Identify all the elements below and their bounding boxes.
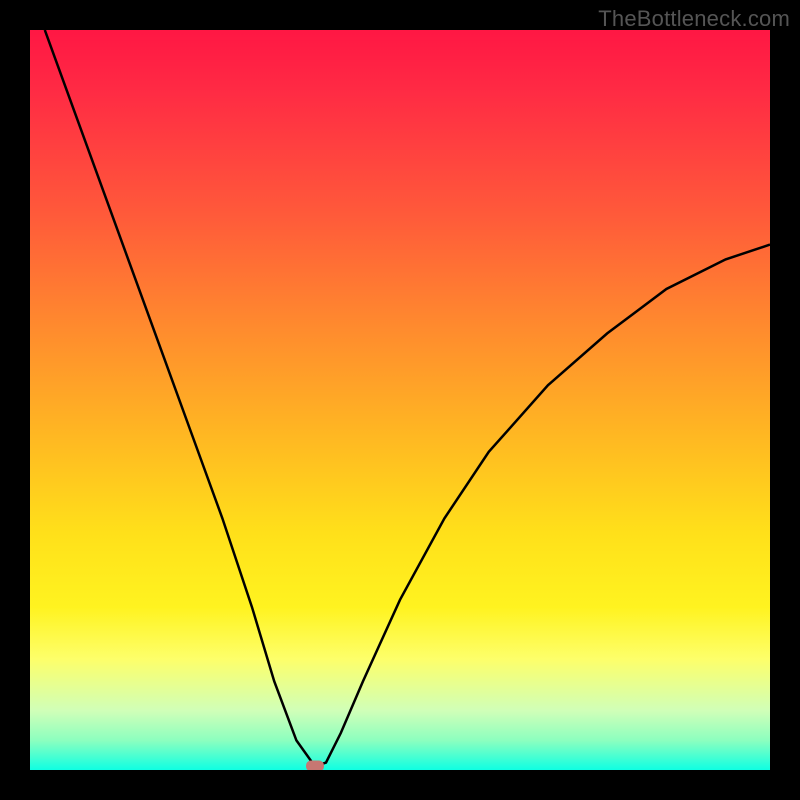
chart-svg [30,30,770,770]
watermark-text: TheBottleneck.com [598,6,790,32]
bottleneck-curve [45,30,770,766]
plot-area [30,30,770,770]
optimal-marker [306,761,324,770]
